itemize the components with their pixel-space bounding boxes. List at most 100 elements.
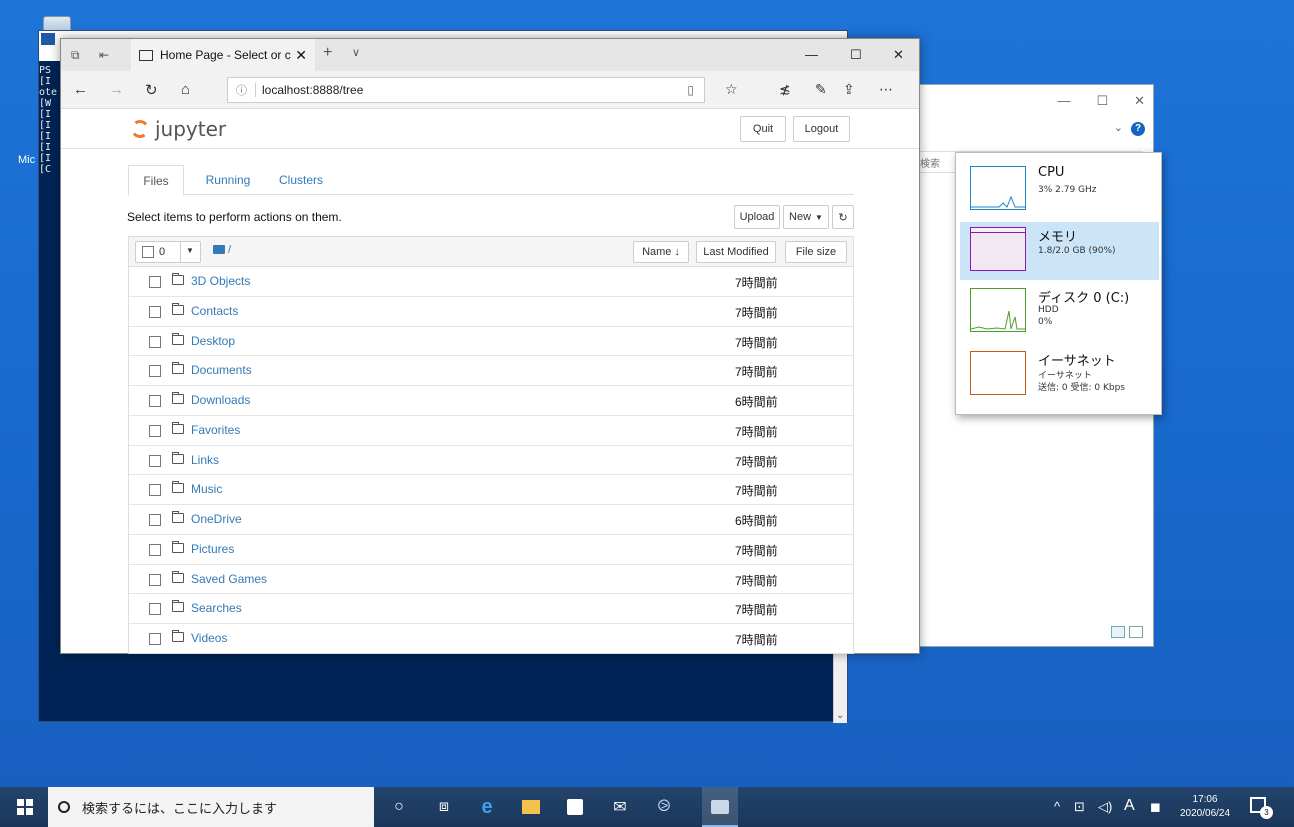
- file-row[interactable]: Desktop 7時間前: [129, 327, 853, 357]
- tab-clusters[interactable]: Clusters: [266, 165, 336, 195]
- file-row[interactable]: Favorites 7時間前: [129, 416, 853, 446]
- show-hidden-icons-icon[interactable]: ^: [1054, 799, 1060, 814]
- file-row[interactable]: Music 7時間前: [129, 475, 853, 505]
- browser-tab[interactable]: Home Page - Select or c ✕: [131, 39, 315, 71]
- folder-name-link[interactable]: Downloads: [191, 393, 250, 407]
- row-checkbox[interactable]: [149, 454, 161, 467]
- taskbar-search-box[interactable]: 検索するには、ここに入力します: [48, 787, 374, 827]
- details-view-icon[interactable]: [1111, 626, 1125, 638]
- close-button[interactable]: ✕: [893, 47, 904, 63]
- tab-preview-icon[interactable]: ⧉: [71, 48, 80, 63]
- forward-button[interactable]: →: [109, 81, 124, 98]
- folder-name-link[interactable]: Searches: [191, 601, 242, 615]
- tm-item-disk[interactable]: ディスク 0 (C:) HDD 0%: [960, 283, 1159, 341]
- minimize-button[interactable]: —: [805, 47, 818, 62]
- caret-down-icon[interactable]: ▼: [186, 246, 194, 255]
- row-checkbox[interactable]: [149, 633, 161, 645]
- mail-icon[interactable]: ✉: [608, 795, 632, 819]
- action-center-icon[interactable]: 3: [1250, 797, 1273, 819]
- favorites-hub-icon[interactable]: ≴: [779, 81, 791, 98]
- sort-by-name-button[interactable]: Name ↓: [633, 241, 689, 263]
- folder-icon[interactable]: [213, 245, 225, 254]
- folder-name-link[interactable]: Favorites: [191, 423, 240, 437]
- folder-name-link[interactable]: Pictures: [191, 542, 234, 556]
- new-tab-button[interactable]: +: [323, 44, 332, 62]
- row-checkbox[interactable]: [149, 514, 161, 526]
- info-icon[interactable]: ⓘ: [236, 82, 247, 98]
- row-checkbox[interactable]: [149, 424, 161, 437]
- volume-icon[interactable]: ◁): [1098, 799, 1112, 815]
- file-row[interactable]: Links 7時間前: [129, 446, 853, 476]
- tab-close-button[interactable]: ✕: [295, 47, 307, 64]
- jupyter-logo[interactable]: jupyter: [129, 117, 226, 141]
- network-icon[interactable]: ⊡: [1074, 799, 1085, 815]
- minimize-button[interactable]: —: [1057, 93, 1070, 109]
- file-row[interactable]: Videos 7時間前: [129, 624, 853, 653]
- edge-icon[interactable]: e: [475, 795, 499, 819]
- maximize-button[interactable]: ☐: [850, 47, 862, 63]
- sort-by-modified-button[interactable]: Last Modified: [696, 241, 776, 263]
- tm-item-ethernet[interactable]: イーサネット イーサネット 送信: 0 受信: 0 Kbps: [960, 346, 1159, 404]
- new-dropdown-button[interactable]: New ▼: [783, 205, 829, 229]
- upload-button[interactable]: Upload: [734, 205, 780, 229]
- row-checkbox[interactable]: [149, 305, 161, 318]
- large-icons-view-icon[interactable]: [1129, 626, 1143, 638]
- refresh-list-button[interactable]: ↻: [832, 205, 854, 229]
- folder-name-link[interactable]: Documents: [191, 363, 252, 377]
- row-checkbox[interactable]: [149, 573, 161, 586]
- snip-app-icon[interactable]: [708, 795, 732, 819]
- cortana-icon[interactable]: ○: [387, 795, 411, 819]
- folder-name-link[interactable]: Links: [191, 453, 219, 467]
- favorite-star-icon[interactable]: ☆: [725, 81, 738, 98]
- row-checkbox[interactable]: [149, 484, 161, 497]
- refresh-button[interactable]: ↻: [145, 81, 158, 99]
- close-button[interactable]: ✕: [1134, 93, 1145, 109]
- pen-notes-icon[interactable]: ✎: [815, 81, 827, 98]
- help-icon[interactable]: ?: [1131, 122, 1145, 136]
- store-icon[interactable]: [563, 795, 587, 819]
- back-button[interactable]: ←: [73, 81, 88, 98]
- row-checkbox[interactable]: [149, 365, 161, 378]
- folder-name-link[interactable]: Music: [191, 482, 222, 496]
- maximize-button[interactable]: ☐: [1096, 93, 1108, 109]
- folder-name-link[interactable]: OneDrive: [191, 512, 242, 526]
- tm-item-memory[interactable]: メモリ 1.8/2.0 GB (90%): [960, 222, 1159, 280]
- tab-files[interactable]: Files: [128, 165, 184, 196]
- tab-dropdown-button[interactable]: ∨: [352, 46, 360, 59]
- select-all-control[interactable]: 0 ▼: [135, 241, 201, 263]
- sort-by-size-button[interactable]: File size: [785, 241, 847, 263]
- more-icon[interactable]: ⋯: [879, 81, 893, 98]
- file-row[interactable]: Pictures 7時間前: [129, 535, 853, 565]
- file-row[interactable]: Documents 7時間前: [129, 356, 853, 386]
- file-row[interactable]: 3D Objects 7時間前: [129, 267, 853, 297]
- clock[interactable]: 17:06 2020/06/24: [1180, 793, 1230, 821]
- task-view-icon[interactable]: ⧈: [432, 795, 456, 819]
- row-checkbox[interactable]: [149, 395, 161, 407]
- set-aside-tabs-icon[interactable]: ⇤: [99, 48, 109, 62]
- logout-button[interactable]: Logout: [793, 116, 850, 142]
- folder-name-link[interactable]: Videos: [191, 631, 227, 645]
- select-all-checkbox[interactable]: [142, 246, 154, 258]
- folder-name-link[interactable]: Saved Games: [191, 572, 267, 586]
- powershell-taskbar-icon[interactable]: ⧁: [652, 795, 676, 819]
- tm-item-cpu[interactable]: CPU 3% 2.79 GHz: [960, 161, 1159, 219]
- chevron-down-icon[interactable]: ⌄: [1114, 121, 1123, 134]
- home-button[interactable]: ⌂: [181, 81, 190, 98]
- tab-running[interactable]: Running: [192, 165, 264, 195]
- breadcrumb-path[interactable]: /: [228, 244, 231, 256]
- reading-view-icon[interactable]: ▯: [687, 83, 694, 97]
- windows-start-icon[interactable]: [17, 799, 33, 815]
- file-row[interactable]: Contacts 7時間前: [129, 297, 853, 327]
- browser-window[interactable]: ⧉ ⇤ Home Page - Select or c ✕ + ∨ — ☐ ✕ …: [60, 38, 920, 654]
- folder-name-link[interactable]: 3D Objects: [191, 274, 250, 288]
- row-checkbox[interactable]: [149, 543, 161, 556]
- folder-name-link[interactable]: Contacts: [191, 304, 238, 318]
- ime-indicator[interactable]: A: [1124, 797, 1135, 815]
- row-checkbox[interactable]: [149, 335, 161, 348]
- chevron-down-icon[interactable]: ⌄: [836, 710, 844, 721]
- folder-name-link[interactable]: Desktop: [191, 334, 235, 348]
- file-row[interactable]: Saved Games 7時間前: [129, 565, 853, 595]
- row-checkbox[interactable]: [149, 276, 161, 288]
- row-checkbox[interactable]: [149, 603, 161, 616]
- address-bar[interactable]: ⓘ localhost:8888/tree ▯: [227, 77, 705, 103]
